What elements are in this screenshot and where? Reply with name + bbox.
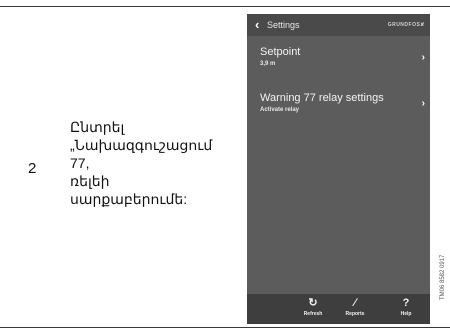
refresh-button[interactable]: ↻ Refresh [295,297,331,317]
reports-label: Reports [345,311,365,317]
header-title: Settings [267,20,300,30]
step-instruction: Ընտրել „Նախազգուշացում 77, ռելեի սարքաբե… [70,119,213,207]
help-button[interactable]: ? Help [388,297,424,317]
menu-item-setpoint[interactable]: Setpoint 3,9 m › [247,46,430,82]
refresh-icon: ↻ [308,297,318,309]
chevron-right-icon: › [421,52,425,63]
menu-item-value: 3,9 m [260,61,276,67]
menu-item-title: Setpoint [260,46,301,58]
reports-button[interactable]: ∕ Reports [337,297,373,317]
figure-code: TM06 8582 0917 [440,254,446,300]
app-header: ‹ Settings GRUNDFOS✘ [247,14,430,36]
step-number: 2 [28,160,37,177]
help-icon: ? [402,297,410,309]
reports-icon: ∕ [354,297,356,309]
refresh-label: Refresh [303,311,323,317]
top-rule [0,6,450,7]
help-label: Help [400,311,412,317]
bottom-rule [0,327,450,328]
phone-screenshot: ‹ Settings GRUNDFOS✘ Setpoint 3,9 m › Wa… [247,14,430,324]
chevron-right-icon: › [421,98,425,109]
menu-item-value: Activate relay [260,107,300,113]
grundfos-logo: GRUNDFOS✘ [387,22,425,28]
menu-item-warning-77-relay-settings[interactable]: Warning 77 relay settings Activate relay… [247,92,430,128]
bottom-toolbar: ↻ Refresh ∕ Reports ? Help [247,294,430,324]
menu-item-title: Warning 77 relay settings [260,92,384,104]
chevron-left-icon[interactable]: ‹ [255,18,259,32]
